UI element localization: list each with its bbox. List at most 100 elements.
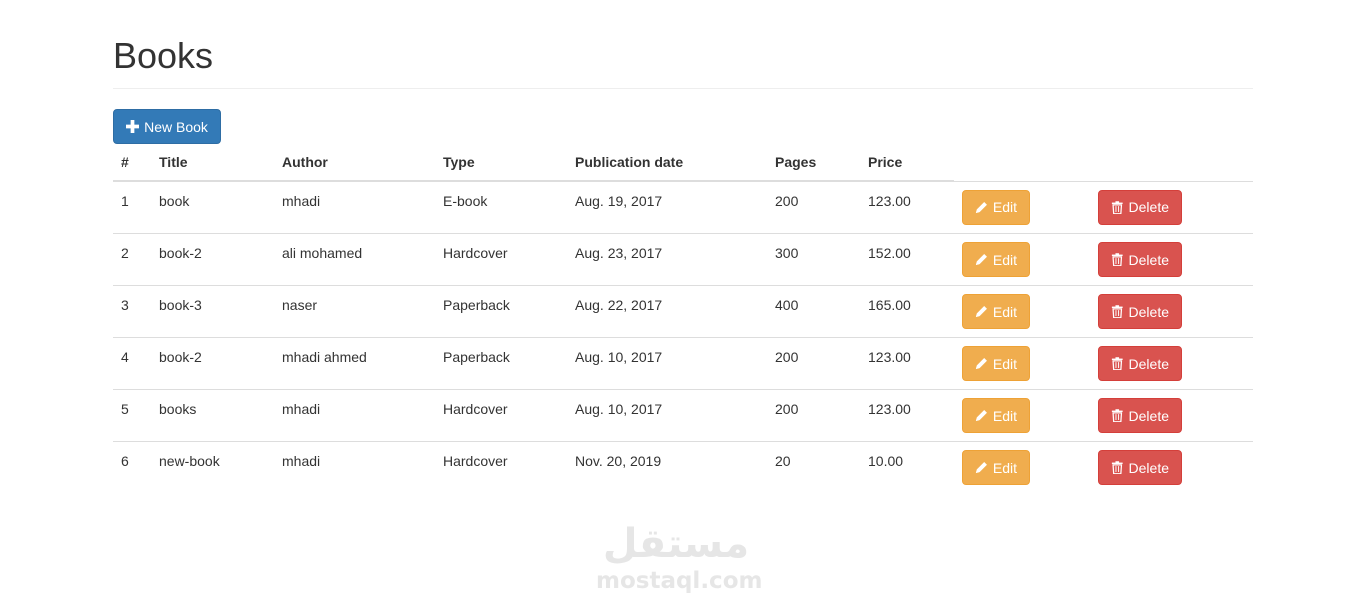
page-count: 300 — [775, 245, 799, 261]
cell-book-title: book — [151, 181, 274, 234]
trash-icon — [1111, 409, 1123, 422]
cell-row-number: 5 — [113, 389, 151, 442]
table-row: 3 book-3 naser Paperback Aug. 22, 2017 400 165… — [113, 285, 1253, 338]
cell-book-price: 165.00 — [860, 285, 954, 338]
cell-page-count: 200 — [767, 337, 860, 390]
header-author: Author — [274, 143, 435, 182]
mostaql-watermark: مستقل mostaql.com — [596, 521, 763, 596]
new-book-label: New Book — [144, 118, 208, 135]
trash-icon — [1111, 200, 1123, 214]
cell-publication-date: Aug. 10, 2017 — [567, 389, 767, 442]
cell-book-author: mhadi — [274, 389, 435, 442]
cell-book-price: 123.00 — [860, 337, 954, 390]
delete-button[interactable]: Delete — [1098, 189, 1182, 225]
pencil-icon — [975, 201, 987, 213]
edit-label: Edit — [992, 251, 1017, 268]
cell-delete: Delete — [1090, 389, 1253, 442]
cell-book-author: mhadi — [274, 442, 435, 494]
delete-button[interactable]: Delete — [1098, 450, 1182, 485]
edit-button[interactable]: Edit — [962, 346, 1030, 381]
table-row: 4 book-2 mhadi ahmed Paperback Aug. 10, 2017… — [113, 337, 1253, 390]
delete-label: Delete — [1128, 199, 1169, 215]
book-type: Hardcover — [443, 245, 508, 261]
cell-book-author: mhadi — [274, 181, 435, 234]
row-number: 1 — [121, 193, 129, 209]
delete-label: Delete — [1128, 251, 1169, 268]
trash-icon — [1111, 253, 1123, 266]
cell-publication-date: Aug. 19, 2017 — [567, 181, 767, 234]
book-title: book-2 — [159, 245, 202, 261]
table-row: 5 books mhadi Hardcover Aug. 10, 2017 200 123.… — [113, 389, 1253, 442]
delete-button[interactable]: Delete — [1098, 294, 1182, 329]
delete-button[interactable]: Delete — [1098, 346, 1182, 381]
edit-button[interactable]: Edit — [962, 189, 1030, 225]
book-title: books — [159, 401, 197, 417]
cell-book-price: 123.00 — [860, 181, 954, 234]
book-author: naser — [282, 297, 318, 313]
book-price: 10.00 — [868, 453, 904, 469]
cell-publication-date: Aug. 22, 2017 — [567, 285, 767, 338]
cell-book-author: mhadi ahmed — [274, 337, 435, 390]
cell-book-author: naser — [274, 285, 435, 338]
table-header-row: # Title Author Type Publication date Pag… — [113, 143, 1253, 182]
book-title: book-2 — [159, 349, 202, 365]
cell-book-type: Hardcover — [435, 233, 567, 286]
cell-publication-date: Aug. 10, 2017 — [567, 337, 767, 390]
page-count: 400 — [775, 297, 799, 313]
new-book-button[interactable]: New Book — [113, 109, 221, 144]
header-edit-column — [954, 143, 1090, 182]
trash-icon — [1111, 305, 1123, 318]
header-publication-date: Publication date — [567, 143, 767, 182]
edit-button[interactable]: Edit — [962, 450, 1030, 485]
edit-button[interactable]: Edit — [962, 294, 1030, 329]
publication-date: Aug. 10, 2017 — [575, 349, 663, 365]
edit-button[interactable]: Edit — [962, 398, 1030, 433]
cell-edit: Edit — [954, 442, 1090, 494]
edit-label: Edit — [992, 199, 1017, 215]
cell-row-number: 3 — [113, 285, 151, 338]
header-title: Title — [151, 143, 274, 182]
cell-book-type: Paperback — [435, 337, 567, 390]
trash-icon — [1111, 461, 1123, 474]
delete-button[interactable]: Delete — [1098, 398, 1182, 433]
row-number: 4 — [121, 349, 129, 365]
row-number: 6 — [121, 453, 129, 469]
page-title: Books — [113, 35, 214, 76]
cell-delete: Delete — [1090, 285, 1253, 338]
cell-page-count: 200 — [767, 389, 860, 442]
delete-label: Delete — [1128, 459, 1169, 476]
watermark-arabic-text: مستقل — [602, 521, 750, 567]
delete-label: Delete — [1128, 407, 1169, 424]
book-price: 123.00 — [868, 193, 911, 209]
cell-page-count: 200 — [767, 181, 860, 234]
table-row: 2 book-2 ali mohamed Hardcover Aug. 23, 2017… — [113, 233, 1253, 286]
cell-page-count: 400 — [767, 285, 860, 338]
cell-book-type: Paperback — [435, 285, 567, 338]
pencil-icon — [975, 253, 987, 266]
delete-label: Delete — [1128, 355, 1169, 372]
page-count: 200 — [775, 349, 799, 365]
book-type: Paperback — [443, 297, 510, 313]
book-price: 123.00 — [868, 401, 911, 417]
edit-button[interactable]: Edit — [962, 242, 1030, 277]
cell-delete: Delete — [1090, 181, 1253, 234]
cell-book-author: ali mohamed — [274, 233, 435, 286]
row-number: 3 — [121, 297, 129, 313]
pencil-icon — [975, 409, 987, 422]
header-delete-column — [1090, 143, 1253, 182]
row-number: 5 — [121, 401, 129, 417]
header-price: Price — [860, 143, 954, 182]
header-type: Type — [435, 143, 567, 182]
page-count: 200 — [775, 401, 799, 417]
watermark-latin-text: mostaql.com — [596, 568, 763, 594]
books-table: # Title Author Type Publication date Pag… — [113, 143, 1253, 493]
cell-row-number: 4 — [113, 337, 151, 390]
publication-date: Aug. 23, 2017 — [575, 245, 663, 261]
cell-row-number: 6 — [113, 442, 151, 494]
delete-button[interactable]: Delete — [1098, 242, 1182, 277]
cell-row-number: 1 — [113, 181, 151, 234]
book-type: E-book — [443, 193, 488, 209]
cell-book-price: 123.00 — [860, 389, 954, 442]
pencil-icon — [975, 357, 987, 370]
cell-row-number: 2 — [113, 233, 151, 286]
